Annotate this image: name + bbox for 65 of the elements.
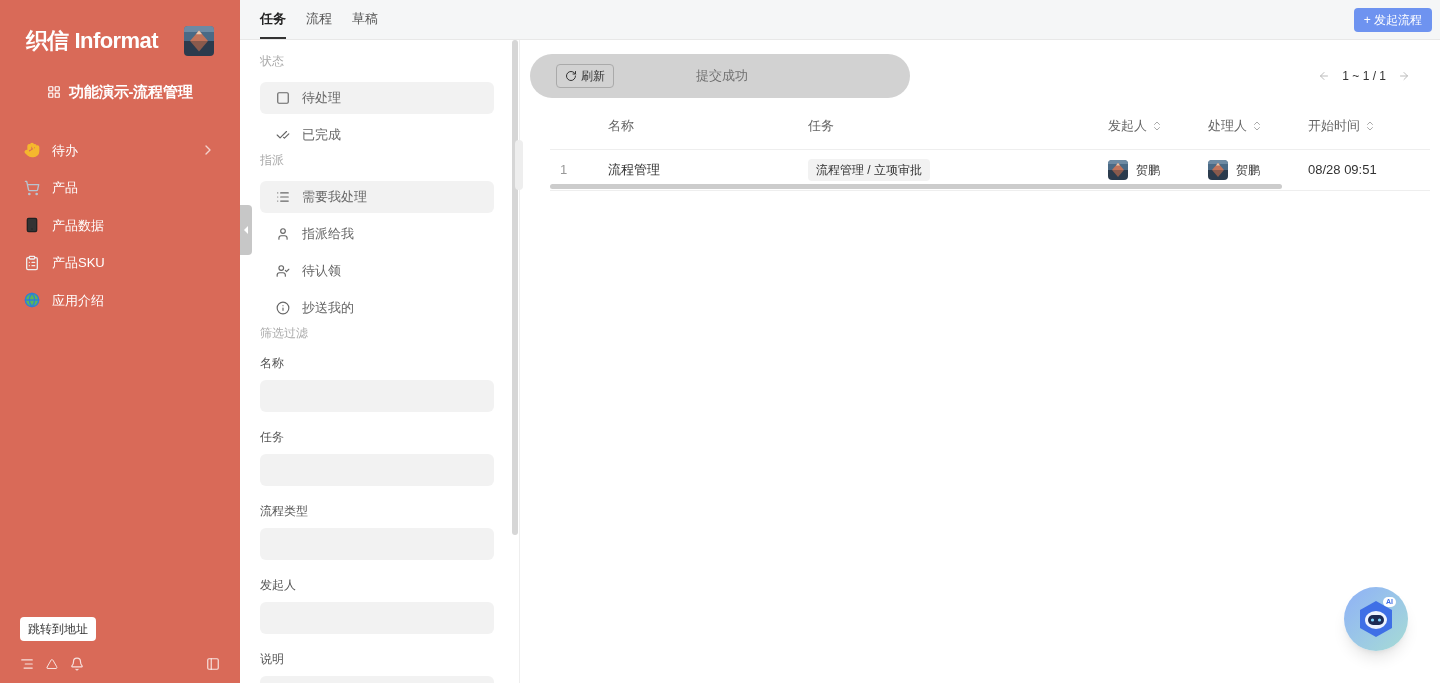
resize-handle[interactable]	[515, 140, 523, 190]
app-icon	[46, 85, 61, 100]
column-header: 任务	[808, 116, 834, 135]
panel-icon[interactable]	[206, 657, 220, 671]
person-icon	[276, 227, 290, 241]
section-heading: 状态	[260, 53, 285, 70]
field-label: 任务	[260, 429, 285, 446]
field-label: 名称	[260, 355, 285, 372]
field-label: 说明	[260, 651, 285, 668]
info-icon	[276, 301, 290, 315]
column-header[interactable]: 开始时间	[1308, 115, 1376, 136]
jump-button[interactable]: 跳转到地址	[20, 617, 96, 641]
column-header[interactable]: 发起人	[1108, 115, 1163, 136]
collapse-handle[interactable]	[240, 205, 252, 255]
field-label: 发起人	[260, 577, 297, 594]
app-title: 功能演示-流程管理	[68, 82, 194, 102]
filter-item[interactable]: 需要我处理	[260, 181, 494, 213]
cart-icon	[24, 179, 40, 196]
globe-icon	[24, 292, 40, 309]
tab[interactable]: 流程	[306, 0, 332, 39]
logo: 织信 Informat	[26, 27, 159, 55]
task-tag: 流程管理 / 立项审批	[808, 159, 930, 182]
bell-icon[interactable]	[70, 657, 84, 671]
field-label: 流程类型	[260, 503, 309, 520]
scrollbar[interactable]	[512, 40, 518, 535]
table-cell-text: 贺鹏	[1236, 162, 1260, 179]
section-heading: 指派	[260, 152, 285, 169]
clipboard-icon	[24, 254, 40, 271]
toast-message: 提交成功	[696, 67, 748, 86]
triangle-icon[interactable]	[46, 658, 58, 670]
sort-icon[interactable]	[1364, 119, 1376, 132]
filter-item[interactable]: 抄送我的	[260, 292, 494, 324]
hand-icon	[24, 142, 40, 159]
column-header: 名称	[608, 116, 634, 135]
refresh-icon	[565, 70, 577, 82]
nav-item[interactable]: 应用介绍	[0, 281, 240, 319]
tab[interactable]: 草稿	[352, 0, 378, 39]
filter-item[interactable]: 待处理	[260, 82, 494, 114]
column-header[interactable]: 处理人	[1208, 115, 1263, 136]
previous-page-icon[interactable]	[1318, 70, 1331, 82]
filter-item[interactable]: 待认领	[260, 255, 494, 287]
refresh-button[interactable]: 刷新	[556, 64, 614, 88]
next-page-icon[interactable]	[1398, 70, 1410, 82]
filter-item[interactable]: 指派给我	[260, 218, 494, 250]
table-cell: 流程管理	[608, 162, 660, 178]
nav-item[interactable]: 待办	[0, 131, 240, 169]
phone-icon	[24, 217, 40, 234]
table-cell-text: 贺鹏	[1136, 162, 1160, 179]
row-number: 1	[559, 161, 569, 180]
tab[interactable]: 任务	[260, 0, 286, 39]
table-cell: 08/28 09:51	[1308, 162, 1377, 178]
nav-item[interactable]: 产品SKU	[0, 244, 240, 282]
square-icon	[276, 91, 290, 105]
filter-item[interactable]: 已完成	[260, 119, 494, 151]
sort-icon[interactable]	[1251, 119, 1263, 132]
person-check-icon	[276, 264, 290, 278]
section-heading: 筛选过滤	[260, 325, 309, 342]
menu-icon[interactable]	[20, 657, 34, 671]
nav-item[interactable]: 产品	[0, 169, 240, 207]
list-icon	[276, 190, 290, 204]
nav-item[interactable]: 产品数据	[0, 206, 240, 244]
pagination-text: 1 ~ 1 / 1	[1342, 68, 1386, 85]
horizontal-scrollbar[interactable]	[550, 184, 1282, 189]
double-check-icon	[276, 128, 290, 142]
sort-icon[interactable]	[1151, 119, 1163, 132]
